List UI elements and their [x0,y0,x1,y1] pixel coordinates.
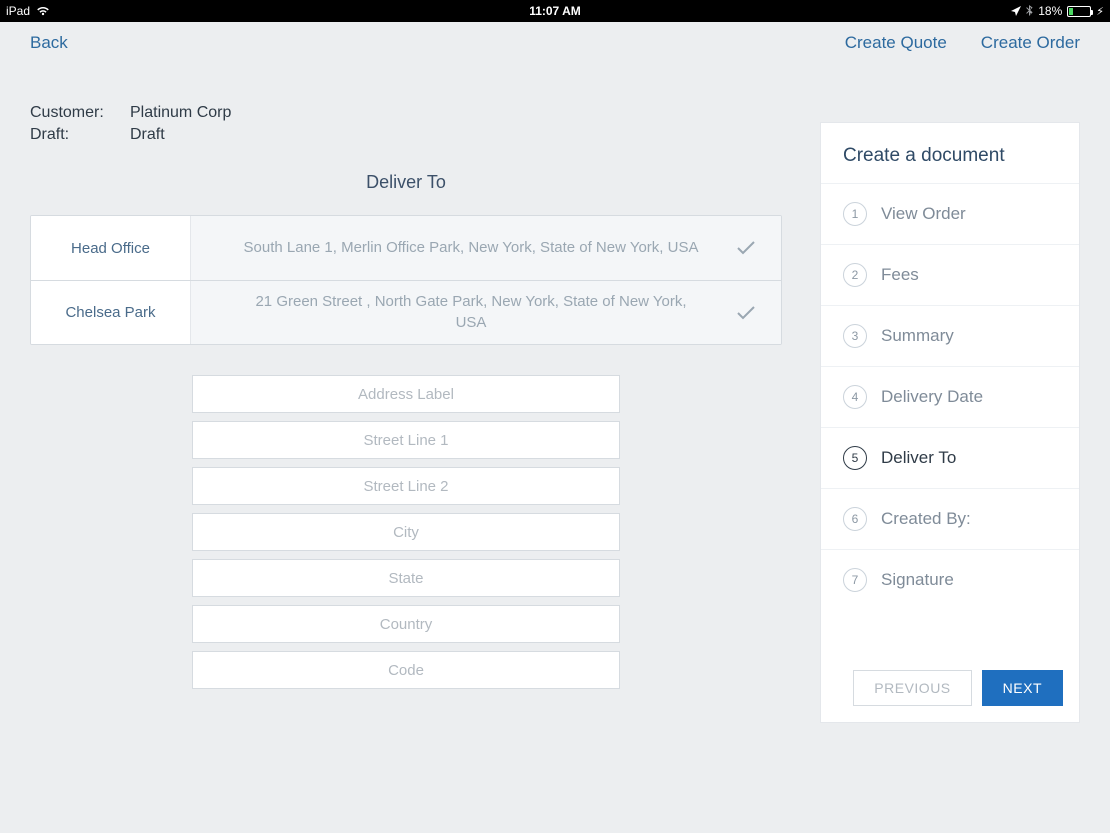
address-text: 21 Green Street , North Gate Park, New Y… [211,292,731,333]
customer-value: Platinum Corp [130,104,231,122]
main-panel: Customer: Platinum Corp Draft: Draft Del… [30,64,782,689]
draft-label: Draft: [30,126,110,144]
address-form [30,375,782,689]
check-icon [731,306,761,320]
step-label: Fees [881,265,919,285]
street1-input[interactable] [192,421,620,459]
step-label: Created By: [881,509,971,529]
previous-button[interactable]: PREVIOUS [853,670,971,706]
address-text: South Lane 1, Merlin Office Park, New Yo… [211,238,731,258]
city-input[interactable] [192,513,620,551]
device-name: iPad [6,4,30,18]
section-title: Deliver To [30,172,782,193]
next-button[interactable]: NEXT [982,670,1063,706]
step-number: 2 [843,263,867,287]
street2-input[interactable] [192,467,620,505]
status-time: 11:07 AM [529,4,581,18]
charging-icon: ⚡︎ [1096,5,1104,18]
step-delivery-date[interactable]: 4 Delivery Date [821,366,1079,427]
step-list: 1 View Order 2 Fees 3 Summary 4 Delivery… [821,183,1079,610]
step-created-by[interactable]: 6 Created By: [821,488,1079,549]
address-row[interactable]: Chelsea Park 21 Green Street , North Gat… [31,280,781,344]
step-signature[interactable]: 7 Signature [821,549,1079,610]
status-bar: iPad 11:07 AM 18% ⚡︎ [0,0,1110,22]
customer-label: Customer: [30,104,110,122]
address-row[interactable]: Head Office South Lane 1, Merlin Office … [31,216,781,280]
address-name: Head Office [31,216,191,280]
step-label: Delivery Date [881,387,983,407]
step-number: 3 [843,324,867,348]
battery-icon [1067,6,1091,17]
create-order-button[interactable]: Create Order [981,33,1080,53]
step-number: 6 [843,507,867,531]
step-fees[interactable]: 2 Fees [821,244,1079,305]
step-label: Summary [881,326,954,346]
step-number: 7 [843,568,867,592]
step-view-order[interactable]: 1 View Order [821,183,1079,244]
step-label: View Order [881,204,966,224]
step-summary[interactable]: 3 Summary [821,305,1079,366]
wifi-icon [36,6,50,16]
nav-bar: Back Create Quote Create Order [0,22,1110,64]
step-label: Signature [881,570,954,590]
create-quote-button[interactable]: Create Quote [845,33,947,53]
draft-value: Draft [130,126,165,144]
step-number: 1 [843,202,867,226]
address-name: Chelsea Park [31,281,191,344]
step-number: 5 [843,446,867,470]
sidebar-title: Create a document [821,123,1079,183]
sidebar: Create a document 1 View Order 2 Fees 3 … [820,122,1080,723]
code-input[interactable] [192,651,620,689]
address-table: Head Office South Lane 1, Merlin Office … [30,215,782,345]
bluetooth-icon [1026,5,1033,17]
check-icon [731,241,761,255]
country-input[interactable] [192,605,620,643]
location-icon [1011,6,1021,16]
step-number: 4 [843,385,867,409]
step-deliver-to[interactable]: 5 Deliver To [821,427,1079,488]
header-info: Customer: Platinum Corp Draft: Draft [30,104,782,144]
back-button[interactable]: Back [30,33,68,53]
address-label-input[interactable] [192,375,620,413]
step-label: Deliver To [881,448,956,468]
battery-text: 18% [1038,4,1062,18]
state-input[interactable] [192,559,620,597]
